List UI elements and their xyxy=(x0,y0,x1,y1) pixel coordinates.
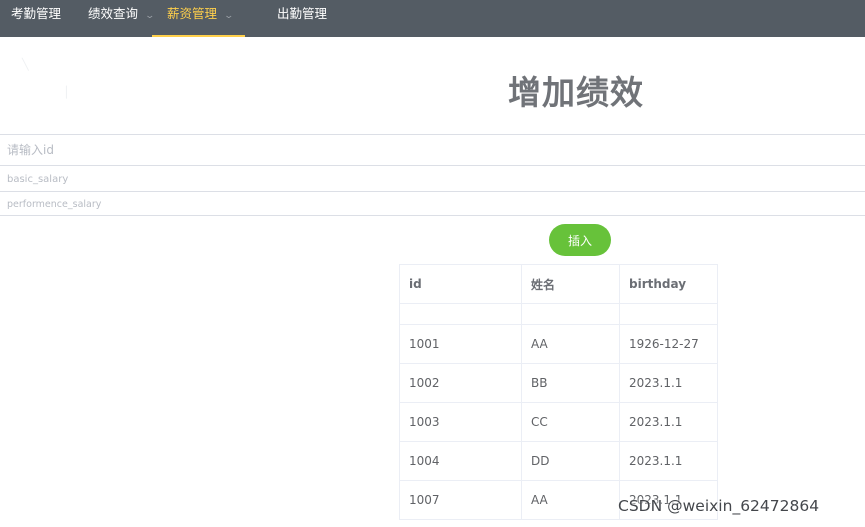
cell-birthday: 2023.1.1 xyxy=(619,441,718,481)
top-nav-bar: 考勤管理 绩效查询 ⌄ 薪资管理 ⌄ 出勤管理 xyxy=(0,0,865,37)
cell-id: 1007 xyxy=(399,480,522,520)
table-row xyxy=(399,303,718,325)
faded-mark: ╲ xyxy=(22,58,29,71)
table-row[interactable]: 1001 AA 1926-12-27 xyxy=(399,324,718,364)
cell-id: 1001 xyxy=(399,324,522,364)
cell-name: DD xyxy=(521,441,620,481)
nav-item-label: 绩效查询 xyxy=(88,6,139,21)
nav-item-attendance-management[interactable]: 出勤管理 xyxy=(277,0,327,37)
table-header-row: id 姓名 birthday xyxy=(399,264,718,304)
basic-salary-input[interactable] xyxy=(0,167,865,192)
cell-birthday: 2023.1.1 xyxy=(619,363,718,403)
cell-name: AA xyxy=(521,480,620,520)
nav-item-salary-management[interactable]: 薪资管理 ⌄ xyxy=(152,0,245,37)
performance-salary-input[interactable] xyxy=(0,193,865,216)
cell-name: CC xyxy=(521,402,620,442)
table-cell xyxy=(399,303,522,325)
column-header-name[interactable]: 姓名 xyxy=(521,264,620,304)
nav-item-label: 薪资管理 xyxy=(167,6,218,21)
cell-id: 1004 xyxy=(399,441,522,481)
cell-birthday: 1926-12-27 xyxy=(619,324,718,364)
faded-mark: │ xyxy=(63,86,70,99)
cell-name: BB xyxy=(521,363,620,403)
cell-id: 1002 xyxy=(399,363,522,403)
table-cell xyxy=(521,303,620,325)
table-row[interactable]: 1004 DD 2023.1.1 xyxy=(399,441,718,481)
nav-item-attendance[interactable]: 考勤管理 xyxy=(11,0,61,37)
data-table: id 姓名 birthday 1001 AA 1926-12-27 1002 B… xyxy=(399,264,718,520)
cell-birthday: 2023.1.1 xyxy=(619,402,718,442)
id-input[interactable] xyxy=(0,134,865,166)
cell-id: 1003 xyxy=(399,402,522,442)
page-title: 增加绩效 xyxy=(508,73,644,112)
column-header-id[interactable]: id xyxy=(399,264,522,304)
table-row[interactable]: 1003 CC 2023.1.1 xyxy=(399,402,718,442)
table-row[interactable]: 1002 BB 2023.1.1 xyxy=(399,363,718,403)
active-indicator xyxy=(152,35,245,37)
nav-item-label: 考勤管理 xyxy=(11,6,62,21)
watermark: CSDN @weixin_62472864 xyxy=(618,497,820,515)
nav-item-label: 出勤管理 xyxy=(277,6,328,21)
table-cell xyxy=(619,303,718,325)
cell-name: AA xyxy=(521,324,620,364)
chevron-down-icon: ⌄ xyxy=(223,11,235,21)
insert-button[interactable]: 插入 xyxy=(549,224,611,256)
nav-item-performance-query[interactable]: 绩效查询 ⌄ xyxy=(88,0,155,37)
column-header-birthday[interactable]: birthday xyxy=(619,264,718,304)
